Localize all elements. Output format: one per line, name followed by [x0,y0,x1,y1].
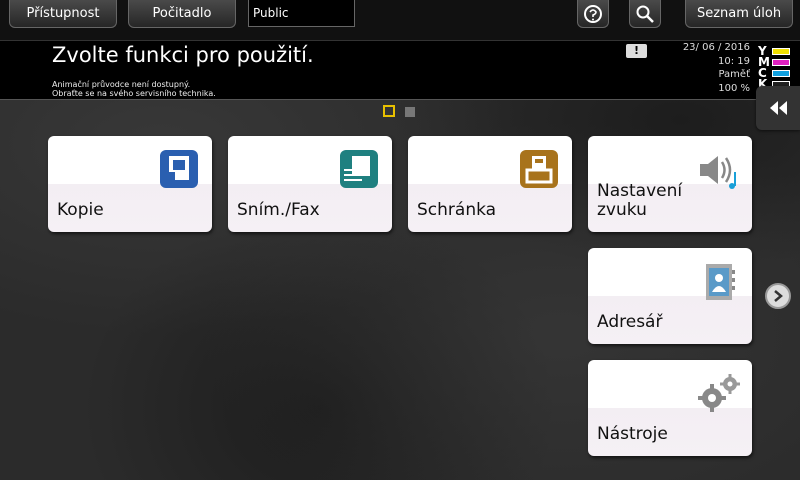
collapse-panel-button[interactable] [756,86,800,130]
accessibility-button[interactable]: Přístupnost [9,0,117,28]
help-guide-icon [584,4,602,23]
date-display: 23/ 06 / 2016 [682,42,750,53]
address-book-label: Adresář [597,312,663,332]
double-chevron-left-icon [770,101,787,115]
gears-icon [698,374,740,412]
box-tile[interactable]: Schránka [408,136,572,232]
scan-fax-label: Sním./Fax [237,200,320,220]
search-button[interactable] [629,0,661,28]
address-book-icon [706,264,735,300]
box-label: Schránka [417,200,497,220]
scan-fax-tile[interactable]: Sním./Fax [228,136,392,232]
toner-levels[interactable]: Y M C K [758,45,798,90]
message-title: Zvolte funkci pro použití. [52,43,314,67]
sound-settings-tile[interactable]: Nastavení zvuku [588,136,752,232]
status-info: 23/ 06 / 2016 10: 19 Paměť 100 % [683,41,750,95]
sound-settings-label: Nastavení zvuku [597,181,683,220]
warning-icon[interactable]: ! [626,44,647,58]
page-dot-2[interactable] [405,107,415,117]
speaker-icon [700,156,736,189]
message-bar: Zvolte funkci pro použití. Animační prův… [0,40,800,100]
page-dot-1[interactable] [383,105,395,117]
tools-label: Nástroje [597,424,668,444]
help-guide-button[interactable] [577,0,609,28]
counter-button[interactable]: Počitadlo [128,0,236,28]
copy-label: Kopie [57,200,104,220]
scan-fax-icon [340,150,378,188]
address-book-tile[interactable]: Adresář [588,248,752,344]
copy-icon [160,150,198,188]
next-page-button[interactable] [765,283,791,309]
job-list-button[interactable]: Seznam úloh [685,0,793,28]
tools-tile[interactable]: Nástroje [588,360,752,456]
box-icon [520,150,558,188]
time-display: 10: 19 [718,55,750,67]
user-name-field[interactable]: Public [248,0,355,27]
message-subtext: Animační průvodce není dostupný. Obraťte… [52,80,216,98]
chevron-right-icon [774,290,783,302]
memory-value: 100 % [718,82,750,94]
memory-label: Paměť [718,69,750,80]
top-bar: Přístupnost Počitadlo Public Seznam úloh [0,0,800,40]
copy-tile[interactable]: Kopie [48,136,212,232]
search-icon [636,5,654,23]
